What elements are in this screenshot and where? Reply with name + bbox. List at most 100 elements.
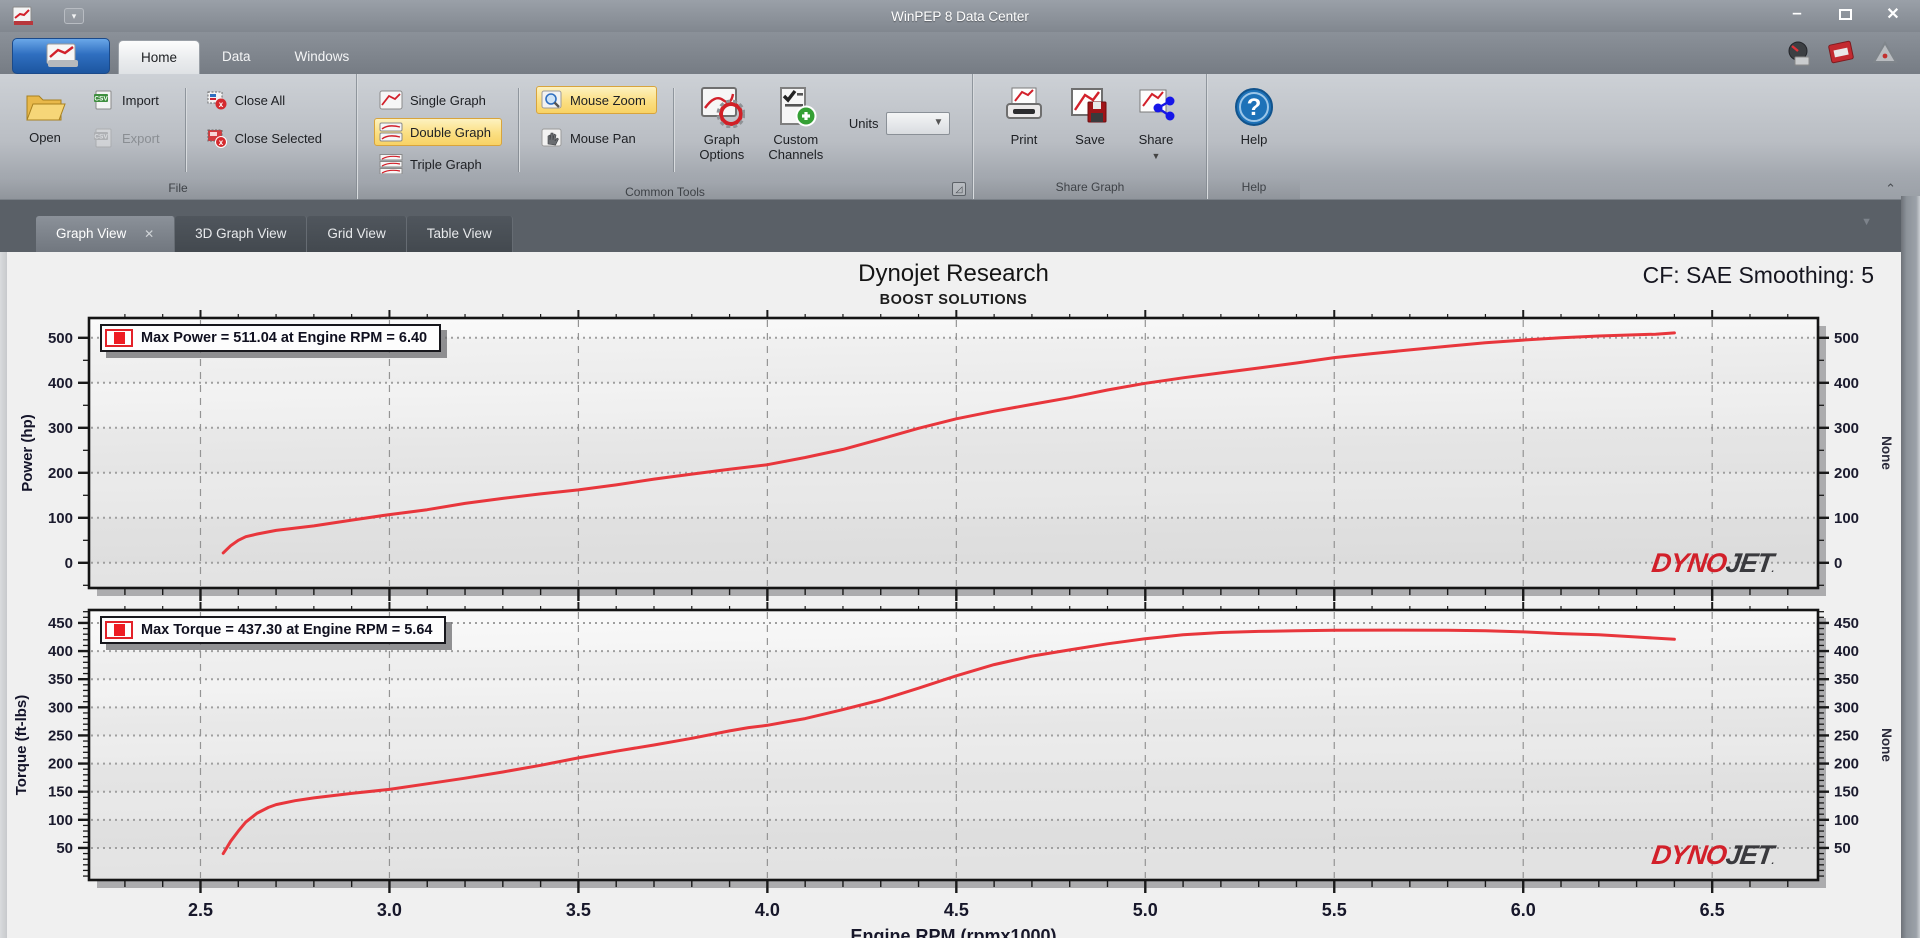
import-csv-icon: CSV (94, 90, 112, 110)
y-tick-label-right: 250 (1834, 727, 1859, 744)
mouse-zoom-icon (541, 90, 562, 109)
ribbon: Open CSV Import CSV Export x Close All x… (0, 74, 1920, 202)
ribbon-tab-row: Home Data Windows (0, 32, 1920, 74)
group-label-common-tools: Common Tools (358, 182, 972, 202)
close-all-button[interactable]: x Close All (201, 86, 333, 114)
window-title: WinPEP 8 Data Center (891, 8, 1029, 24)
help-icon: ? (1235, 88, 1273, 126)
tab-table-view[interactable]: Table View (406, 216, 513, 252)
import-label: Import (122, 92, 159, 108)
svg-text:x: x (218, 100, 223, 109)
y-tick-label: 500 (48, 330, 73, 347)
x-tick-label: 4.5 (944, 900, 969, 920)
custom-channels-button[interactable]: Custom Channels (759, 82, 833, 162)
x-tick-label: 5.5 (1322, 900, 1347, 920)
x-axis-title: Engine RPM (rpmx1000) (850, 926, 1056, 938)
winpep-logo-icon (46, 43, 78, 67)
export-label: Export (122, 130, 160, 146)
close-all-icon: x (207, 91, 227, 110)
x-tick-label: 3.5 (566, 900, 591, 920)
tab-3d-graph-view[interactable]: 3D Graph View (175, 216, 308, 252)
mouse-pan-label: Mouse Pan (569, 130, 636, 146)
y-tick-label: 450 (48, 615, 73, 632)
dyno-charts[interactable]: 0 0 100 100 200 200 300 300 400 400 500 500 Power (h… (0, 252, 1920, 938)
y-axis-title-right: None (1879, 436, 1894, 470)
tab-grid-view[interactable]: Grid View (307, 216, 407, 252)
double-graph-icon (379, 122, 403, 142)
share-label: Share (1138, 132, 1174, 147)
view-tab-strip: Graph View ✕ 3D Graph View Grid View Tab… (0, 200, 1920, 252)
x-tick-label: 6.0 (1511, 900, 1536, 920)
print-button[interactable]: Print (991, 82, 1057, 147)
y-tick-label-right: 100 (1834, 812, 1859, 829)
ribbon-tab-data[interactable]: Data (200, 40, 273, 74)
maximize-button[interactable] (1832, 4, 1858, 26)
mouse-zoom-button[interactable]: Mouse Zoom (535, 86, 657, 114)
ribbon-tab-home[interactable]: Home (118, 40, 201, 74)
y-tick-label: 200 (48, 756, 73, 773)
single-graph-icon (379, 90, 403, 110)
custom-channels-label: Custom Channels (768, 132, 824, 162)
triple-graph-icon (379, 154, 403, 174)
mouse-zoom-label: Mouse Zoom (569, 92, 646, 108)
custom-channels-icon (779, 87, 817, 127)
graph-options-button[interactable]: Graph Options (685, 82, 759, 162)
y-tick-label-right: 400 (1834, 643, 1859, 660)
x-tick-label: 2.5 (188, 900, 213, 920)
units-dropdown[interactable]: ▼ (886, 112, 951, 135)
torque-legend-text: Max Torque = 437.30 at Engine RPM = 5.64 (141, 622, 433, 638)
dialog-launcher-icon[interactable]: ◿ (952, 182, 966, 196)
y-tick-label-right: 500 (1834, 330, 1859, 347)
open-button[interactable]: Open (8, 82, 82, 145)
svg-text:x: x (218, 138, 223, 147)
tab-list-dropdown-icon[interactable]: ▼ (1861, 216, 1872, 228)
gauge-icon[interactable] (1786, 40, 1812, 66)
open-folder-icon (26, 95, 66, 121)
y-tick-label: 0 (65, 555, 73, 572)
y-tick-label: 400 (48, 375, 73, 392)
double-graph-button[interactable]: Double Graph (374, 118, 502, 146)
y-tick-label: 200 (48, 465, 73, 482)
title-bar: ▾ WinPEP 8 Data Center – ✕ (0, 0, 1920, 32)
mouse-pan-button[interactable]: Mouse Pan (536, 124, 657, 152)
y-tick-label: 100 (48, 510, 73, 527)
window-left-edge (0, 252, 7, 938)
legend-swatch-icon (105, 621, 133, 639)
triple-graph-button[interactable]: Triple Graph (374, 150, 502, 178)
close-selected-button[interactable]: x Close Selected (201, 124, 333, 152)
minimize-button[interactable]: – (1784, 4, 1810, 26)
close-button[interactable]: ✕ (1880, 4, 1906, 26)
torque-legend[interactable]: Max Torque = 437.30 at Engine RPM = 5.64 (100, 616, 447, 644)
y-tick-label-right: 300 (1834, 420, 1859, 437)
tab-close-icon[interactable]: ✕ (144, 227, 154, 241)
y-tick-label-right: 350 (1834, 671, 1859, 688)
power-legend[interactable]: Max Power = 511.04 at Engine RPM = 6.40 (100, 324, 442, 352)
warning-triangle-icon[interactable] (1872, 40, 1898, 66)
print-icon (1006, 87, 1042, 119)
x-tick-label: 4.0 (755, 900, 780, 920)
graph-view-panel: Dynojet Research BOOST SOLUTIONS CF: SAE… (0, 252, 1920, 938)
share-dropdown-icon[interactable]: ▼ (1152, 149, 1161, 164)
svg-text:?: ? (1247, 94, 1262, 121)
application-menu-button[interactable] (12, 38, 110, 74)
ribbon-collapse-icon[interactable]: ⌃ (1885, 181, 1896, 197)
share-button[interactable]: Share ▼ (1123, 82, 1189, 164)
export-button[interactable]: CSV Export (88, 124, 171, 152)
save-button[interactable]: Save (1057, 82, 1123, 147)
scrollbar-gutter[interactable] (1901, 196, 1920, 938)
y-tick-label: 150 (48, 784, 73, 801)
torque-chart: 50 50 100 100 150 150 200 200 250 250 300 300 350 350… (13, 602, 1894, 920)
ribbon-tab-windows[interactable]: Windows (273, 40, 372, 74)
y-tick-label-right: 200 (1834, 756, 1859, 773)
dyno-module-icon[interactable] (1828, 40, 1856, 66)
import-button[interactable]: CSV Import (88, 86, 171, 114)
group-label-share-graph: Share Graph (974, 177, 1206, 199)
ribbon-group-common-tools: Single Graph Double Graph Triple Graph M… (358, 74, 972, 202)
single-graph-button[interactable]: Single Graph (374, 86, 502, 114)
y-tick-label: 400 (48, 643, 73, 660)
y-tick-label-right: 200 (1834, 465, 1859, 482)
help-button[interactable]: ? Help (1217, 82, 1291, 147)
y-tick-label: 300 (48, 699, 73, 716)
tab-graph-view[interactable]: Graph View ✕ (36, 216, 176, 252)
power-legend-text: Max Power = 511.04 at Engine RPM = 6.40 (141, 330, 428, 346)
